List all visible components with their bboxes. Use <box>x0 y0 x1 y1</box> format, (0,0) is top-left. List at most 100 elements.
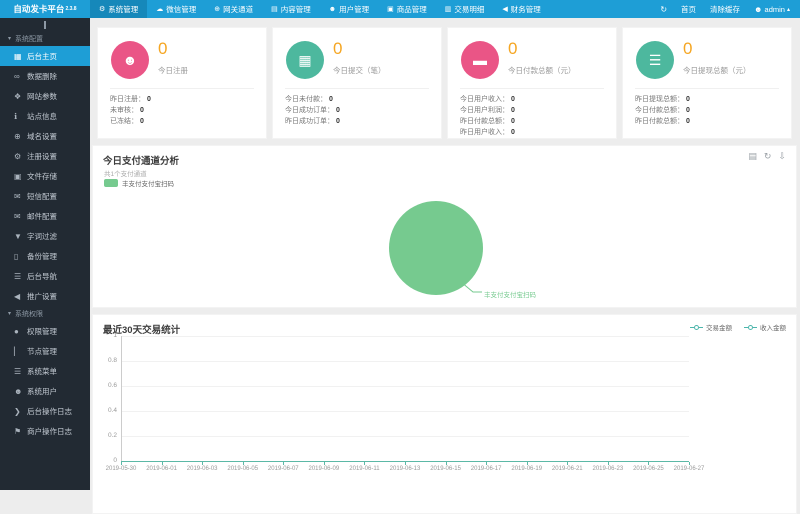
x-axis-tick <box>161 462 163 465</box>
nav-item-wechat-management[interactable]: ☁ 微信管理 <box>147 0 205 18</box>
sidebar-item-label: 站点信息 <box>27 111 57 121</box>
detail-label: 今日用户收入： <box>460 96 509 103</box>
line-chart-panel: 最近30天交易统计 交易金额 收入金额 1 0.8 0.6 0.4 0.2 0 2019-05… <box>92 314 797 514</box>
top-menu: ⚙ 系统管理 ☁ 微信管理 ⊕ 网关通道 ▤ 内容管理 ☻ 用户管理 ▣ 商品管理 ▥ 交易明细 ◀ 财务管理 <box>90 0 550 18</box>
info-icon: ℹ <box>14 111 18 121</box>
brand-title: 自动发卡平台 <box>13 4 65 14</box>
legend-item-income-amount[interactable]: 收入金额 <box>744 322 786 332</box>
sidebar-item-data-delete[interactable]: ∞ 数据删除 <box>0 66 90 86</box>
sidebar-item-sms-config[interactable]: ✉ 短信配置 <box>0 186 90 206</box>
sidebar-item-word-filter[interactable]: ▼ 字词过滤 <box>0 226 90 246</box>
x-axis-tick <box>364 462 366 465</box>
backup-icon: ▯ <box>14 251 19 261</box>
username: admin <box>764 4 785 14</box>
main-content: ☻ 0 今日注册 昨日注册： 0 未审核： 0 已冻结： 0 ▦ 0 今日提交（笔） 今日未付款： 0 今日… <box>90 18 800 514</box>
gridline <box>121 361 689 362</box>
sidebar-item-promo-setting[interactable]: ◀ 推广设置 <box>0 286 90 306</box>
divider <box>285 88 429 89</box>
pie-legend-item[interactable]: 丰支付支付宝扫码 <box>104 178 174 188</box>
line-chart-legend: 交易金额 收入金额 <box>690 322 786 332</box>
x-axis-tick-label: 2019-05-30 <box>105 466 137 472</box>
sidebar-section-system-permission[interactable]: ▾ 系统权限 <box>0 306 90 321</box>
pie-legend-label: 丰支付支付宝扫码 <box>122 181 174 188</box>
nav-item-transaction-detail[interactable]: ▥ 交易明细 <box>436 0 494 18</box>
refresh-icon[interactable]: ↻ <box>764 151 772 162</box>
sidebar-section-system-config[interactable]: ▾ 系统配置 <box>0 31 90 46</box>
coins-icon: ☰ <box>636 41 674 79</box>
download-icon[interactable]: ⇩ <box>778 151 786 162</box>
sidebar-item-backend-home[interactable]: ▦ 后台主页 <box>0 46 90 66</box>
pie-slice[interactable] <box>389 201 483 295</box>
sidebar-collapse-toggle[interactable] <box>0 18 90 31</box>
home-link[interactable]: 首页 <box>681 4 696 15</box>
x-axis-tick-label: 2019-06-21 <box>551 466 583 472</box>
stat-cards: ☻ 0 今日注册 昨日注册： 0 未审核： 0 已冻结： 0 ▦ 0 今日提交（笔） 今日未付款： 0 今日… <box>97 27 797 139</box>
divider <box>110 88 254 89</box>
stat-detail-row: 昨日注册： 0 <box>110 94 258 105</box>
card-icon: ▬ <box>461 41 499 79</box>
sidebar-item-label: 后台主页 <box>27 51 57 61</box>
gridline <box>121 336 689 337</box>
detail-value: 0 <box>511 96 515 103</box>
stat-label: 今日提现总额（元） <box>683 66 751 75</box>
stat-detail-rows: 今日用户收入： 0 今日用户利润： 0 昨日付款总额： 0 昨日用户收入： 0 <box>460 94 608 138</box>
gear-icon: ⚙ <box>99 6 106 13</box>
users-icon: ☻ <box>111 41 149 79</box>
caret-up-icon: ▴ <box>786 6 790 13</box>
sidebar-item-label: 数据删除 <box>27 71 57 81</box>
sidebar-item-label: 文件存储 <box>27 171 57 181</box>
sidebar-item-label: 邮件配置 <box>27 211 57 221</box>
sidebar-item-backup-manage[interactable]: ▯ 备份管理 <box>0 246 90 266</box>
pie-slice-label: 丰支付支付宝扫码 <box>484 292 536 299</box>
sidebar-item-system-menu[interactable]: ☰ 系统菜单 <box>0 361 90 381</box>
x-axis-tick <box>323 462 325 465</box>
legend-item-trade-amount[interactable]: 交易金额 <box>690 322 732 332</box>
sidebar-item-mail-config[interactable]: ✉ 邮件配置 <box>0 206 90 226</box>
clear-cache-link[interactable]: 清除缓存 <box>710 4 740 15</box>
stat-detail-row: 昨日付款总额： 0 <box>635 116 783 127</box>
data-view-icon[interactable]: ▤ <box>748 151 757 162</box>
sidebar-item-domain-setting[interactable]: ⊕ 域名设置 <box>0 126 90 146</box>
nav-item-system-management[interactable]: ⚙ 系统管理 <box>90 0 148 18</box>
detail-label: 昨日付款总额： <box>460 118 509 125</box>
sidebar-item-site-params[interactable]: ❖ 网站参数 <box>0 86 90 106</box>
detail-value: 0 <box>147 96 151 103</box>
x-axis-tick <box>526 462 528 465</box>
x-axis-tick-label: 2019-06-23 <box>592 466 624 472</box>
nav-item-user-management[interactable]: ☻ 用户管理 <box>320 0 378 18</box>
brand-logo[interactable]: 自动发卡平台 2.3.8 <box>0 0 90 18</box>
detail-label: 今日用户利润： <box>460 107 509 114</box>
sidebar-item-register-setting[interactable]: ⚙ 注册设置 <box>0 146 90 166</box>
stat-card-today-register: ☻ 0 今日注册 昨日注册： 0 未审核： 0 已冻结： 0 <box>97 27 267 139</box>
pie-panel: 今日支付通道分析 共1个支付通道 丰支付支付宝扫码 ▤ ↻ ⇩ 丰支付支付宝扫码 <box>92 145 797 308</box>
nav-item-goods-management[interactable]: ▣ 商品管理 <box>378 0 436 18</box>
detail-value: 0 <box>686 118 690 125</box>
nav-item-content-management[interactable]: ▤ 内容管理 <box>262 0 320 18</box>
sidebar-item-backend-nav[interactable]: ☰ 后台导航 <box>0 266 90 286</box>
x-axis-tick <box>121 462 122 465</box>
user-menu[interactable]: ☻ admin ▴ <box>754 5 790 14</box>
x-axis-tick-label: 2019-06-17 <box>470 466 502 472</box>
stat-detail-row: 昨日用户收入： 0 <box>460 127 608 138</box>
nav-item-label: 商品管理 <box>396 4 427 14</box>
sidebar-item-node-manage[interactable]: ▏ 节点管理 <box>0 341 90 361</box>
sidebar-item-admin-op-log[interactable]: ❯ 后台操作日志 <box>0 401 90 421</box>
stat-detail-row: 今日付款总额： 0 <box>635 105 783 116</box>
stat-card-today-withdraw-total: ☰ 0 今日提现总额（元） 昨日提现总额： 0 今日付款总额： 0 昨日付款总额： 0 <box>622 27 792 139</box>
caret-down-icon: ▾ <box>8 36 12 42</box>
sidebar-item-permission-manage[interactable]: ● 权限管理 <box>0 321 90 341</box>
pie-panel-subtitle: 共1个支付通道 <box>104 171 147 178</box>
sidebar-item-site-info[interactable]: ℹ 站点信息 <box>0 106 90 126</box>
stat-detail-rows: 昨日提现总额： 0 今日付款总额： 0 昨日付款总额： 0 <box>635 94 783 127</box>
sidebar-item-system-users[interactable]: ☻ 系统用户 <box>0 381 90 401</box>
refresh-button[interactable]: ↻ <box>660 5 667 14</box>
sidebar-item-merchant-op-log[interactable]: ⚑ 商户操作日志 <box>0 421 90 441</box>
x-axis-tick <box>202 462 204 465</box>
sidebar-item-label: 字词过滤 <box>27 231 57 241</box>
users-icon: ☻ <box>328 5 337 13</box>
sidebar-item-file-storage[interactable]: ▣ 文件存储 <box>0 166 90 186</box>
nav-item-gateway-channel[interactable]: ⊕ 网关通道 <box>205 0 262 18</box>
nav-item-finance-management[interactable]: ◀ 财务管理 <box>493 0 549 18</box>
sidebar-item-label: 注册设置 <box>27 151 57 161</box>
section-title: 系统权限 <box>15 310 44 318</box>
